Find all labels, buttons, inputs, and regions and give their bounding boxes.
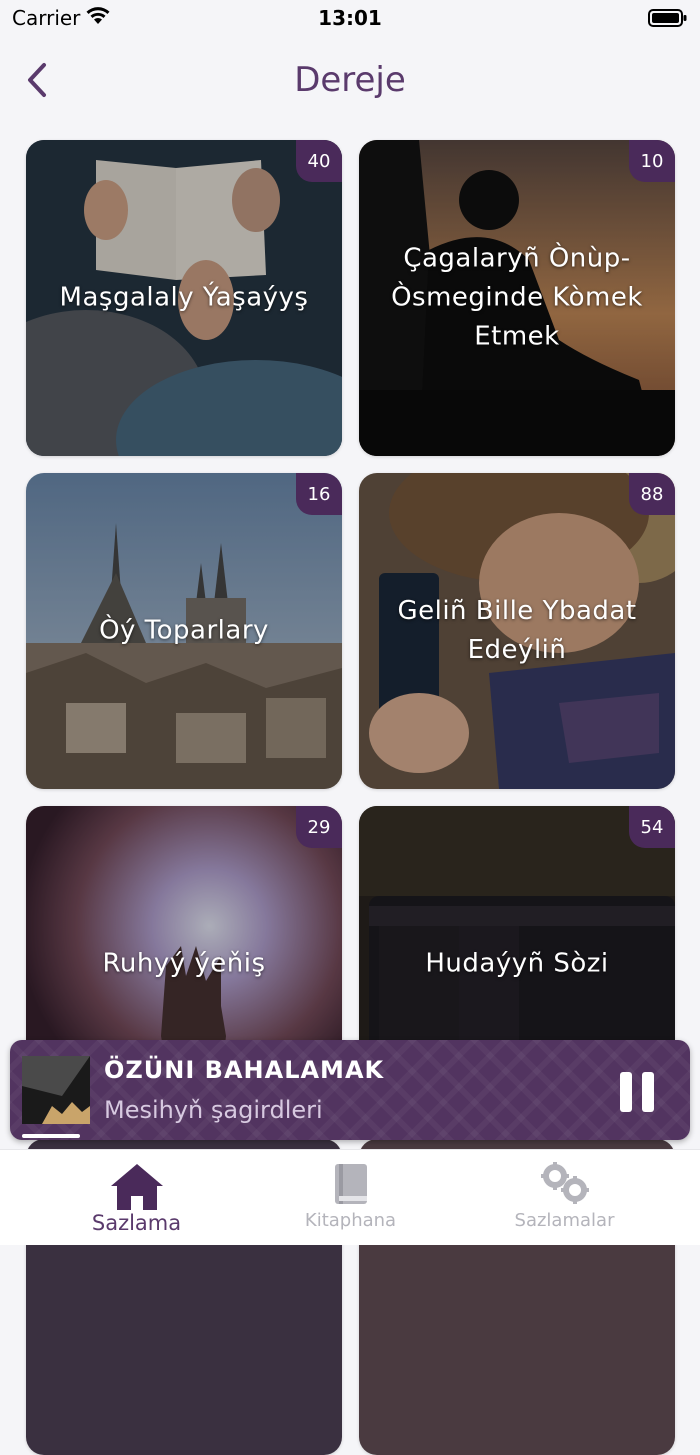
clock: 13:01 [318,6,382,30]
tab-label: Sazlamalar [514,1210,615,1231]
playback-progress [22,1134,80,1138]
track-title: ÖZÜNI BAHALAMAK [104,1056,385,1084]
category-title: Hudaýyñ Sòzi [425,948,609,979]
tab-sazlamalar[interactable]: Sazlamalar [448,1150,681,1245]
category-card[interactable]: Maşgalaly Ýaşaýyş 40 [26,140,342,456]
category-card[interactable]: Geliñ Bille Ybadat Edeýliñ 88 [359,473,675,789]
category-card[interactable]: Çagalaryñ Ònùp-Òsmeginde Kòmek Etmek 10 [359,140,675,456]
gears-icon [540,1162,589,1204]
item-count-badge: 10 [629,140,675,182]
item-count-badge: 54 [629,806,675,848]
category-title: Maşgalaly Ýaşaýyş [59,282,309,313]
category-title: Çagalaryñ Ònùp-Òsmeginde Kòmek Etmek [391,243,643,352]
mini-player[interactable]: ÖZÜNI BAHALAMAK Mesihyň şagirdleri [10,1040,690,1140]
tab-bar: Sazlama Kitaphana Sazlamalar [0,1149,700,1245]
item-count-badge: 29 [296,806,342,848]
tab-label: Kitaphana [304,1210,397,1231]
category-card[interactable]: Òý Toparlary 16 [26,473,342,789]
category-title: Geliñ Bille Ybadat Edeýliñ [397,596,637,665]
item-count-badge: 16 [296,473,342,515]
tab-kitaphana[interactable]: Kitaphana [234,1150,467,1245]
category-title: Ruhyý ýeňiş [102,948,266,979]
tab-label: Sazlama [91,1211,182,1235]
home-icon [110,1164,163,1210]
battery-icon [648,9,687,27]
track-subtitle: Mesihyň şagirdleri [104,1096,323,1124]
status-bar: Carrier 13:01 [0,0,700,40]
item-count-badge: 88 [629,473,675,515]
track-thumbnail [22,1056,90,1124]
pause-icon [620,1072,632,1112]
book-icon [334,1164,367,1204]
tab-sazlama[interactable]: Sazlama [20,1150,253,1245]
item-count-badge: 40 [296,140,342,182]
category-title: Òý Toparlary [99,615,269,646]
page-title: Dereje [294,60,406,100]
pause-button[interactable] [620,1072,656,1114]
